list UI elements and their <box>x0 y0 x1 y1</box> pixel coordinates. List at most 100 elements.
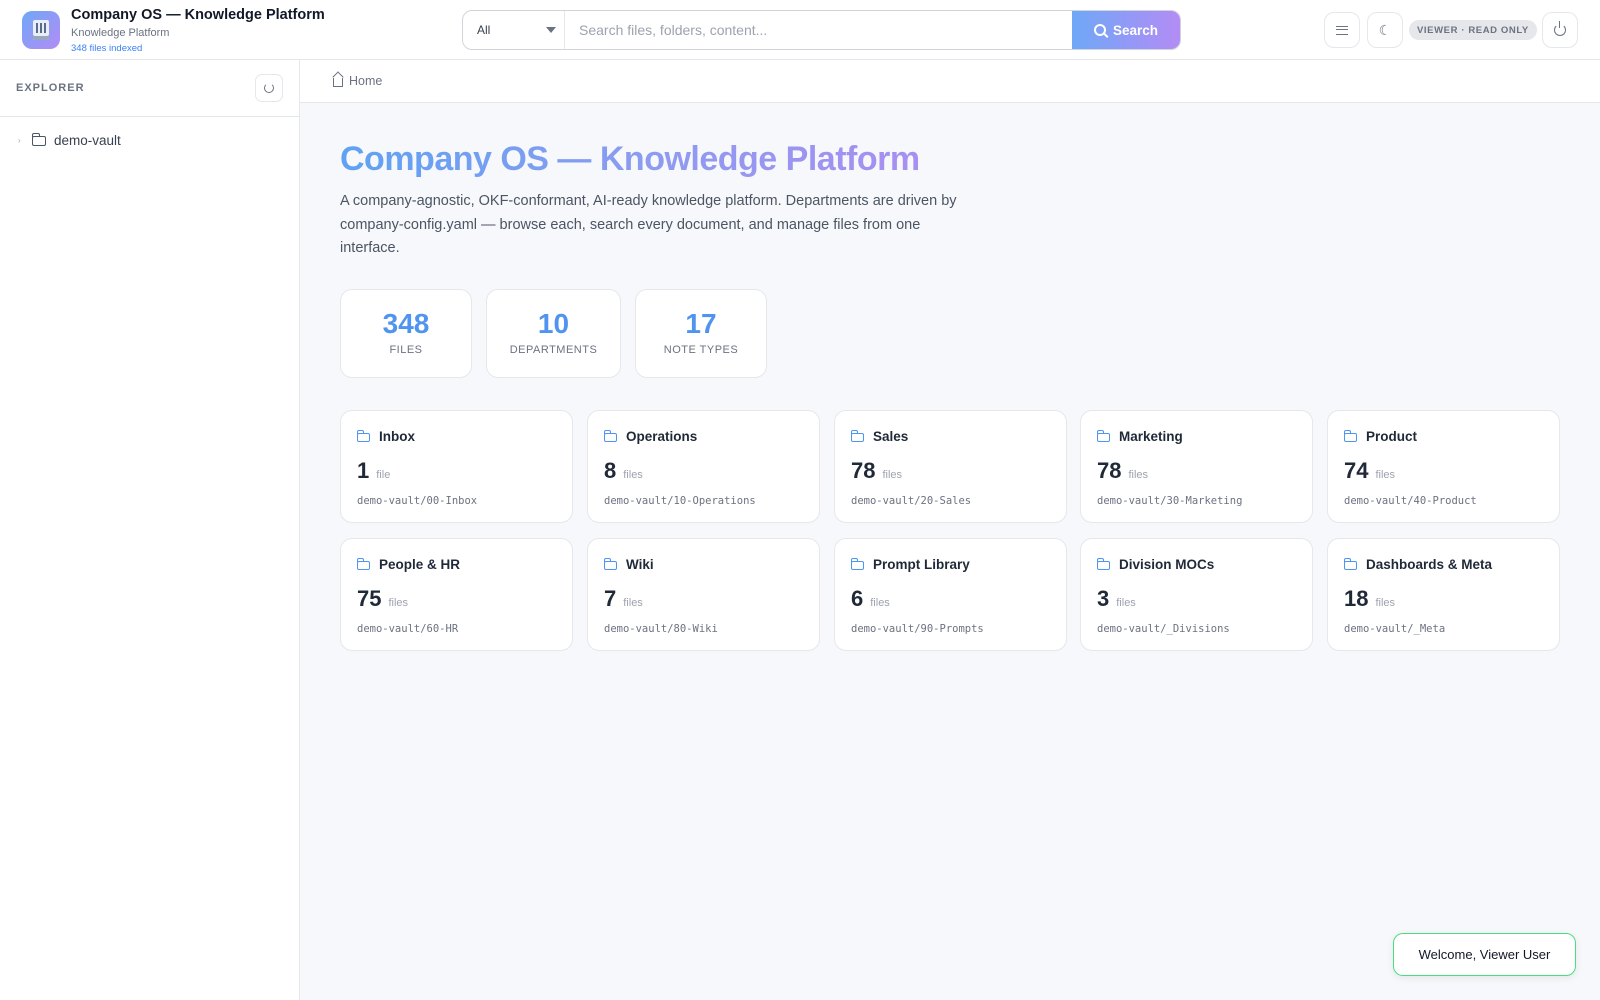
home-icon <box>333 78 343 87</box>
role-badge: VIEWER · READ ONLY <box>1409 20 1537 40</box>
stat-note-types: 17 NOTE TYPES <box>635 289 767 378</box>
folder-icon <box>850 430 864 442</box>
department-file-count: 18 <box>1344 586 1369 611</box>
tree-item-label: demo-vault <box>54 132 121 148</box>
files-indexed-count: 348 files indexed <box>71 43 143 54</box>
department-name: Prompt Library <box>873 557 970 572</box>
folder-icon <box>356 430 370 442</box>
refresh-button[interactable] <box>255 74 283 102</box>
department-file-count: 75 <box>357 586 382 611</box>
department-path: demo-vault/60-HR <box>357 623 459 635</box>
department-card-sales[interactable]: Sales 78 files demo-vault/20-Sales <box>834 410 1067 523</box>
department-path: demo-vault/00-Inbox <box>357 495 478 507</box>
moon-icon: ☾ <box>1378 21 1392 38</box>
department-card-prompt-library[interactable]: Prompt Library 6 files demo-vault/90-Prom… <box>834 538 1067 651</box>
folder-icon <box>603 430 617 442</box>
department-file-count: 7 <box>604 586 617 611</box>
department-name: Dashboards & Meta <box>1366 557 1493 572</box>
stat-label: DEPARTMENTS <box>509 344 598 356</box>
menu-button[interactable] <box>1324 12 1360 48</box>
department-file-unit: files <box>870 597 890 609</box>
department-file-count: 1 <box>357 458 370 483</box>
stat-value: 348 <box>382 308 430 339</box>
department-file-count: 74 <box>1344 458 1369 483</box>
department-card-dashboards-meta[interactable]: Dashboards & Meta 18 files demo-vault/_Me… <box>1327 538 1560 651</box>
page-title: Company OS — Knowledge Platform <box>340 140 920 178</box>
stat-label: NOTE TYPES <box>663 344 739 356</box>
department-card-wiki[interactable]: Wiki 7 files demo-vault/80-Wiki <box>587 538 820 651</box>
folder-icon <box>1343 430 1357 442</box>
stat-files: 348 FILES <box>340 289 472 378</box>
stat-label: FILES <box>389 344 423 356</box>
department-name: Division MOCs <box>1119 557 1215 572</box>
breadcrumb-bar: Home <box>300 60 1600 103</box>
search-bar: All Search <box>462 10 1181 50</box>
tree-item-demo-vault[interactable]: › demo-vault <box>18 129 121 151</box>
app-subtitle: Knowledge Platform <box>71 27 170 39</box>
department-file-unit: files <box>623 469 643 481</box>
department-file-count: 3 <box>1097 586 1110 611</box>
department-path: demo-vault/80-Wiki <box>604 623 718 635</box>
folder-icon <box>603 558 617 570</box>
department-name: Sales <box>873 429 909 444</box>
department-file-unit: files <box>388 597 409 609</box>
department-file-unit: files <box>1116 597 1136 609</box>
department-file-unit: files <box>882 469 903 481</box>
explorer-title: EXPLORER <box>16 82 85 94</box>
department-file-unit: files <box>1375 469 1396 481</box>
menu-icon <box>1336 25 1348 35</box>
department-card-product[interactable]: Product 74 files demo-vault/40-Product <box>1327 410 1560 523</box>
top-header: Company OS — Knowledge Platform Knowledg… <box>0 0 1600 60</box>
department-path: demo-vault/40-Product <box>1344 495 1477 507</box>
department-path: demo-vault/90-Prompts <box>851 623 984 635</box>
search-icon <box>1093 24 1106 36</box>
stat-value: 17 <box>685 308 717 339</box>
breadcrumb-home-label: Home <box>349 74 383 88</box>
page-description: A company-agnostic, OKF-conformant, AI-r… <box>340 193 957 256</box>
department-card-operations[interactable]: Operations 8 files demo-vault/10-Operatio… <box>587 410 820 523</box>
folder-icon <box>1096 430 1110 442</box>
chevron-right-icon[interactable]: › <box>18 136 24 145</box>
department-path: demo-vault/20-Sales <box>851 495 972 507</box>
department-name: Operations <box>626 429 698 444</box>
department-name: People & HR <box>379 557 461 572</box>
chevron-down-icon <box>546 27 556 33</box>
folder-icon <box>1343 558 1357 570</box>
explorer-sidebar: EXPLORER › demo-vault <box>0 60 300 1000</box>
department-file-unit: files <box>1128 469 1149 481</box>
search-input[interactable] <box>565 11 1072 49</box>
department-file-count: 78 <box>1097 458 1122 483</box>
theme-toggle-button[interactable]: ☾ <box>1367 12 1403 48</box>
department-file-count: 78 <box>851 458 876 483</box>
search-button-label: Search <box>1112 22 1159 38</box>
department-card-marketing[interactable]: Marketing 78 files demo-vault/30-Marketin… <box>1080 410 1313 523</box>
welcome-toast[interactable]: Welcome, Viewer User <box>1393 933 1576 976</box>
department-card-inbox[interactable]: Inbox 1 file demo-vault/00-Inbox <box>340 410 573 523</box>
logout-button[interactable] <box>1542 12 1578 48</box>
folder-icon <box>1096 558 1110 570</box>
department-file-count: 6 <box>851 586 864 611</box>
department-name: Inbox <box>379 429 415 444</box>
department-file-unit: file <box>376 469 391 481</box>
stat-value: 10 <box>537 308 570 339</box>
department-file-unit: files <box>623 597 643 609</box>
refresh-icon <box>264 83 274 93</box>
department-card-people-hr[interactable]: People & HR 75 files demo-vault/60-HR <box>340 538 573 651</box>
building-icon <box>33 20 49 40</box>
stat-departments: 10 DEPARTMENTS <box>486 289 621 378</box>
department-path: demo-vault/30-Marketing <box>1097 495 1243 507</box>
department-name: Wiki <box>626 557 654 572</box>
department-name: Product <box>1366 429 1418 444</box>
breadcrumb-home[interactable]: Home <box>333 74 382 88</box>
power-icon <box>1554 21 1566 36</box>
department-file-count: 8 <box>604 458 617 483</box>
department-file-unit: files <box>1375 597 1396 609</box>
department-path: demo-vault/_Meta <box>1344 623 1446 635</box>
department-path: demo-vault/10-Operations <box>604 495 756 507</box>
department-card-division-mocs[interactable]: Division MOCs 3 files demo-vault/_Divisio… <box>1080 538 1313 651</box>
explorer-header: EXPLORER <box>0 60 299 117</box>
search-scope-value: All <box>477 23 491 37</box>
search-scope-select[interactable]: All <box>463 11 565 49</box>
folder-icon <box>31 133 46 146</box>
search-button[interactable]: Search <box>1072 11 1180 49</box>
